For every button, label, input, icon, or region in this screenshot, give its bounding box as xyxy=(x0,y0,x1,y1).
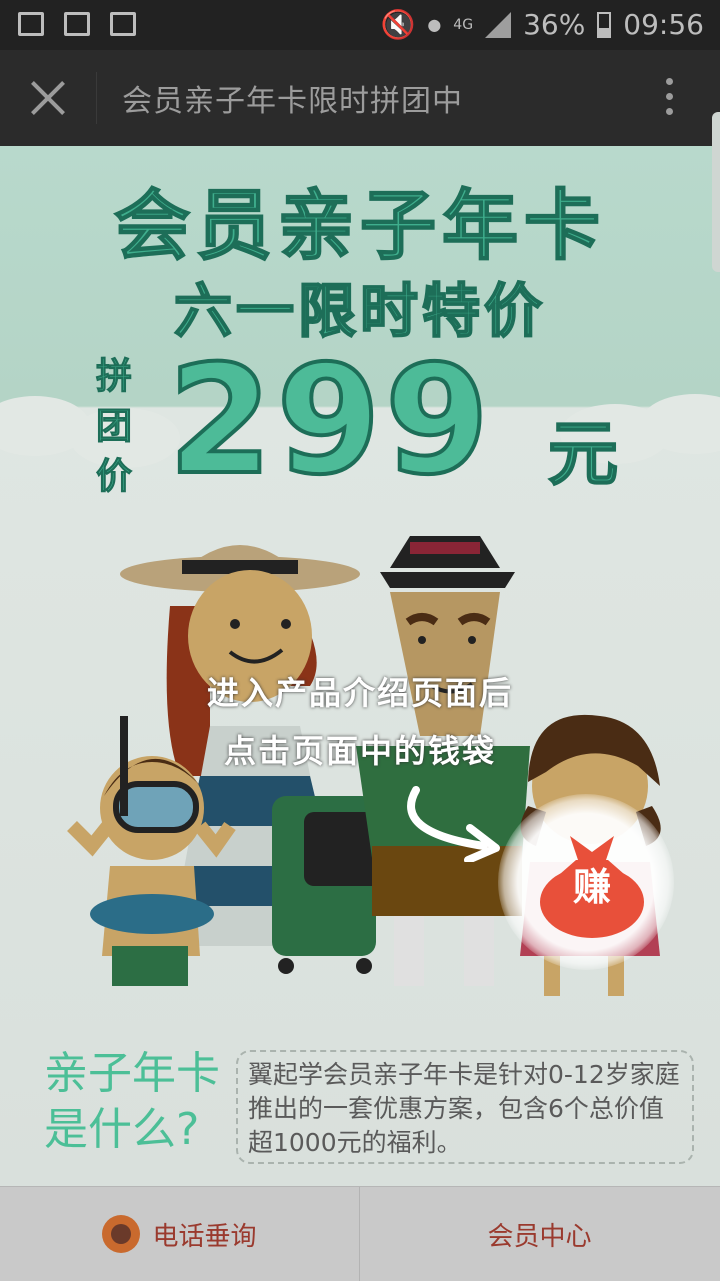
close-icon[interactable] xyxy=(28,78,68,118)
curved-arrow-icon xyxy=(407,786,500,862)
mute-icon: 🔇 xyxy=(380,8,416,41)
title-divider xyxy=(96,72,97,124)
price-prefix: 拼 团 价 xyxy=(96,352,150,502)
scroll-handle[interactable] xyxy=(712,112,720,272)
network-label: 4G xyxy=(453,16,474,33)
status-bar: 🔇 ● 4G 36% 09:56 xyxy=(0,0,720,50)
price-value: 299 xyxy=(166,332,494,510)
device-icon xyxy=(18,12,44,36)
clock: 09:56 xyxy=(623,8,704,41)
price-prefix-char: 价 xyxy=(96,456,133,498)
signal-icon xyxy=(485,11,512,38)
page-content: 会员亲子年卡 六一限时特价 拼 团 价 299 元 进入产品介绍页面后 点击页面… xyxy=(0,146,720,1186)
money-bag-label: 赚 xyxy=(572,865,611,909)
banner-headline: 会员亲子年卡 xyxy=(113,180,606,271)
info-title-line-2: 是什么? xyxy=(44,1104,200,1155)
price-prefix-char: 团 xyxy=(96,406,133,448)
title-bar: 会员亲子年卡限时拼团中 xyxy=(0,50,720,146)
more-icon[interactable] xyxy=(664,78,674,118)
battery-percent: 36% xyxy=(523,8,586,41)
page-title: 会员亲子年卡限时拼团中 xyxy=(122,84,463,119)
mail-icon xyxy=(110,12,136,36)
battery-icon xyxy=(597,11,612,38)
wifi-icon: ● xyxy=(427,15,442,34)
price-unit: 元 xyxy=(547,412,619,496)
member-center-button[interactable]: 会员中心 xyxy=(360,1187,719,1281)
tip-line-1: 进入产品介绍页面后 xyxy=(206,674,513,712)
image-icon xyxy=(64,12,90,36)
phone-inquiry-button[interactable]: 电话垂询 xyxy=(0,1187,360,1281)
headset-icon xyxy=(102,1215,141,1253)
phone-inquiry-label: 电话垂询 xyxy=(152,1221,257,1252)
tip-line-2: 点击页面中的钱袋 xyxy=(223,732,496,770)
info-description: 翼起学会员亲子年卡是针对0-12岁家庭推出的一套优惠方案，包含6个总价值超100… xyxy=(236,1050,694,1164)
price-prefix-char: 拼 xyxy=(96,356,133,398)
info-title: 亲子年卡 是什么? xyxy=(44,1046,220,1158)
info-title-line-1: 亲子年卡 xyxy=(44,1048,220,1099)
member-center-label: 会员中心 xyxy=(487,1221,592,1252)
bottom-nav: 电话垂询 会员中心 xyxy=(0,1186,720,1281)
